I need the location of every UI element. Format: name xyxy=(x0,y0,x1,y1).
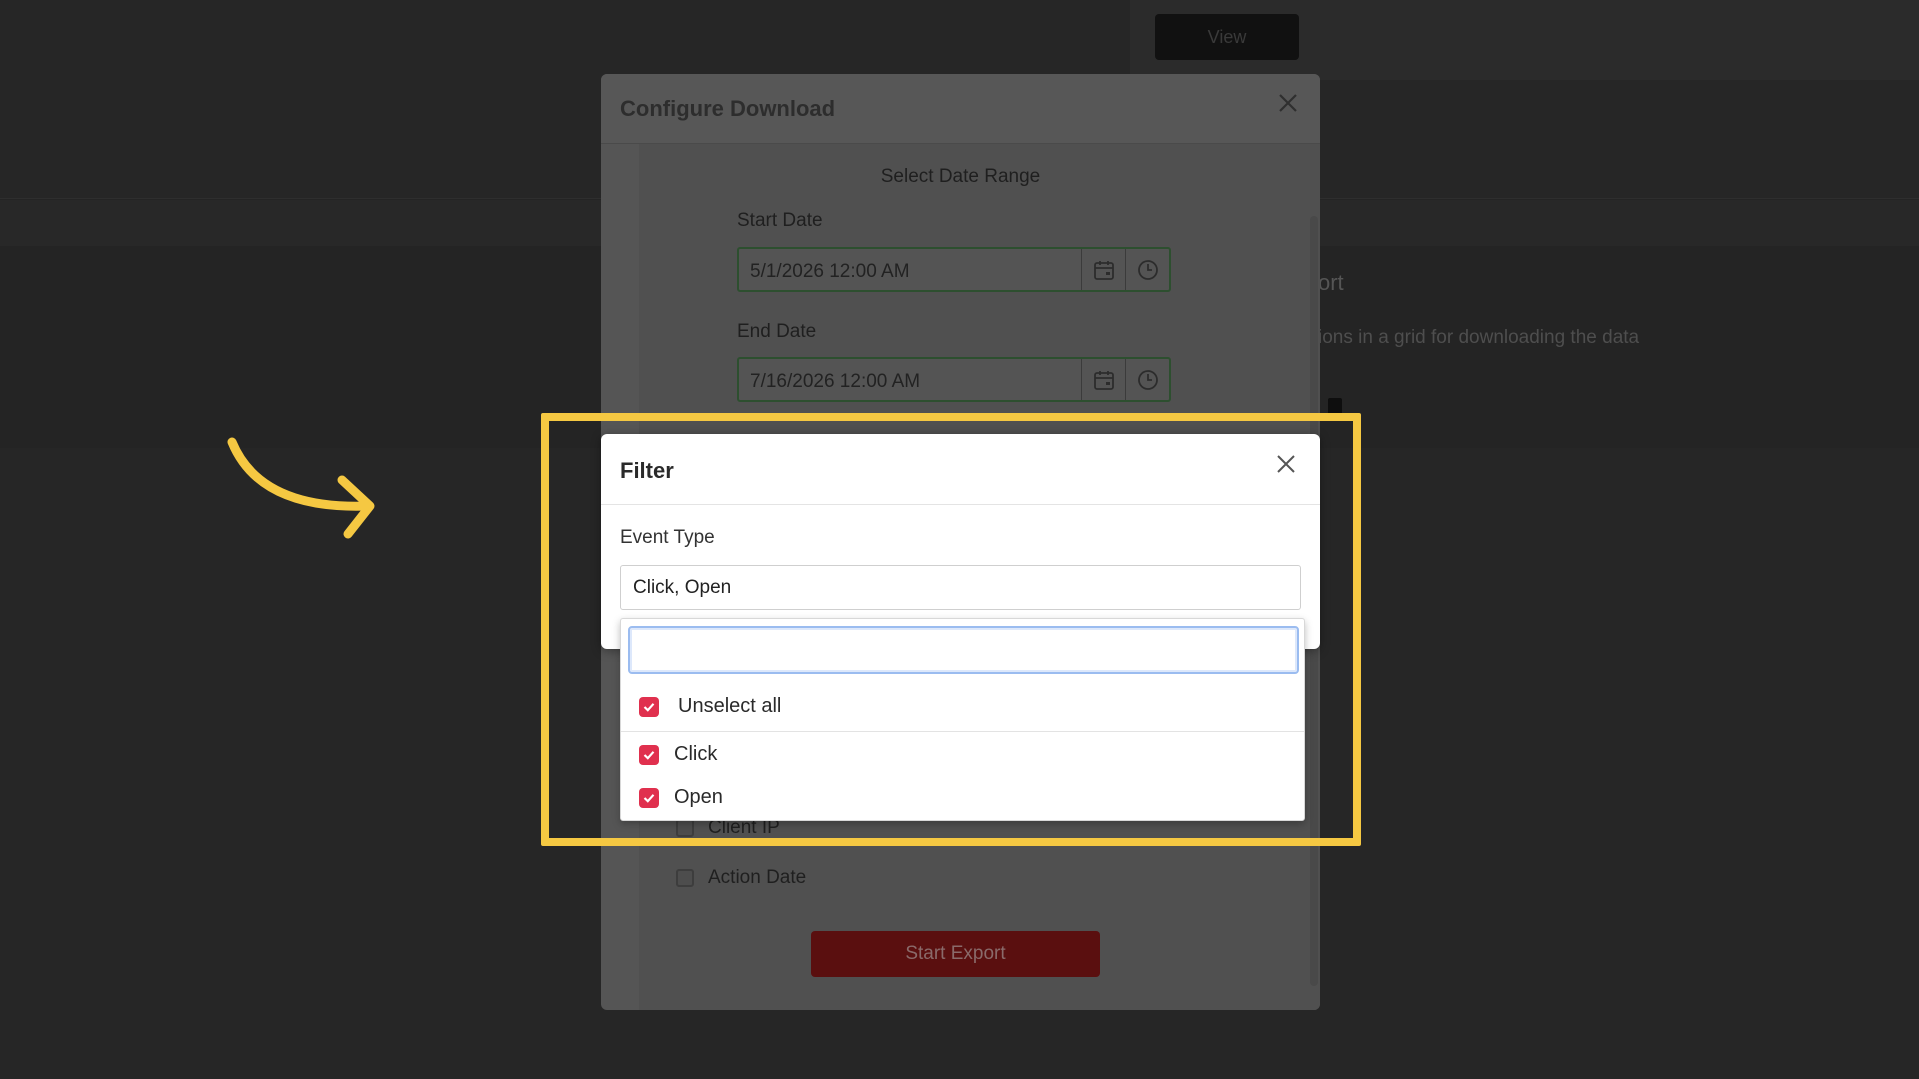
curved-arrow-icon xyxy=(227,437,375,539)
check-icon[interactable] xyxy=(639,696,659,717)
option-label: Unselect all xyxy=(678,695,782,717)
filter-modal: Filter Event Type Click, Open xyxy=(601,434,1320,649)
close-icon[interactable] xyxy=(1274,452,1300,478)
calendar-icon[interactable] xyxy=(1081,249,1125,290)
dropdown-search-input[interactable] xyxy=(628,626,1299,674)
clock-icon[interactable] xyxy=(1125,249,1169,290)
end-date-field[interactable]: 7/16/2026 12:00 AM xyxy=(737,357,1171,402)
configure-modal-title: Configure Download xyxy=(620,96,836,121)
filter-modal-title: Filter xyxy=(620,458,674,483)
option-click[interactable]: Click xyxy=(639,743,717,766)
close-icon[interactable] xyxy=(1276,92,1300,116)
file-icon xyxy=(1328,398,1342,416)
option-unselect-all[interactable]: Unselect all xyxy=(639,695,781,718)
check-icon[interactable] xyxy=(639,787,659,808)
dropdown-divider xyxy=(621,731,1304,732)
clock-icon[interactable] xyxy=(1125,359,1169,400)
start-date-value: 5/1/2026 12:00 AM xyxy=(750,261,910,282)
check-icon[interactable] xyxy=(639,744,659,765)
start-export-button[interactable]: Start Export xyxy=(811,931,1100,977)
export-title: ort xyxy=(1318,270,1344,295)
view-button[interactable]: View xyxy=(1155,14,1299,60)
option-label: Open xyxy=(674,786,723,808)
checkbox[interactable] xyxy=(676,819,694,837)
field-option-action-date[interactable]: Action Date xyxy=(676,867,806,889)
option-label: Click xyxy=(674,743,718,765)
event-type-label: Event Type xyxy=(620,527,715,548)
export-description: ions in a grid for downloading the data xyxy=(1318,327,1640,348)
field-option-label: Action Date xyxy=(708,867,807,888)
checkbox[interactable] xyxy=(676,869,694,887)
date-range-heading: Select Date Range xyxy=(880,166,1041,187)
event-type-select[interactable]: Click, Open xyxy=(620,565,1301,610)
end-date-value: 7/16/2026 12:00 AM xyxy=(750,371,921,392)
start-date-field[interactable]: 5/1/2026 12:00 AM xyxy=(737,247,1171,292)
configure-modal-header: Configure Download xyxy=(601,74,1320,144)
event-type-dropdown: Unselect all Click Open xyxy=(620,618,1305,821)
end-date-label: End Date xyxy=(737,321,817,342)
start-date-label: Start Date xyxy=(737,210,823,231)
calendar-icon[interactable] xyxy=(1081,359,1125,400)
filter-modal-header: Filter xyxy=(601,434,1320,505)
option-open[interactable]: Open xyxy=(639,786,723,809)
